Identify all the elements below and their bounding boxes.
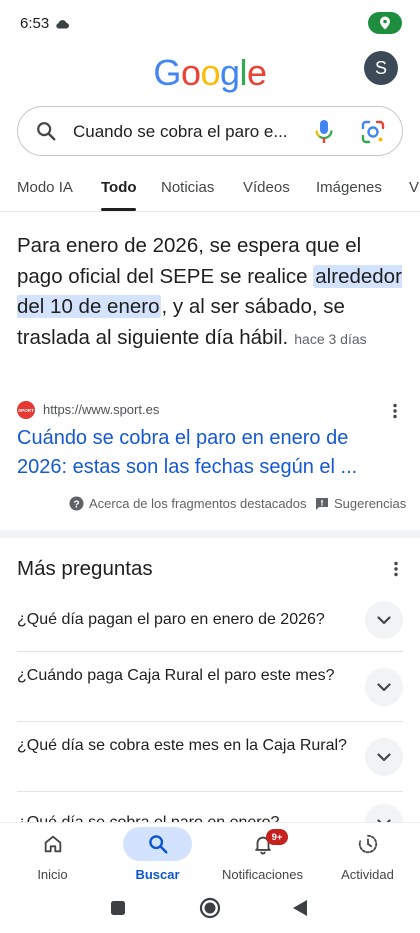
status-time: 6:53 [20,15,50,32]
tab-modo-ia[interactable]: Modo IA [17,179,73,196]
more-options-icon[interactable] [392,403,398,424]
about-snippets-link[interactable]: ? Acerca de los fragmentos destacados [69,496,307,511]
paa-more-options-icon[interactable] [393,561,399,582]
nav-buscar[interactable]: Buscar [105,823,210,889]
paa-question-text: ¿Cuándo paga Caja Rural el paro este mes… [17,667,335,684]
paa-question-text: ¿Qué día se cobra este mes en la Caja Ru… [17,737,347,754]
bottom-navigation: Inicio Buscar 9+ Notificaciones Activida… [0,822,420,888]
about-snippets-label: Acerca de los fragmentos destacados [89,496,307,511]
source-url[interactable]: https://www.sport.es [43,402,159,417]
tab-videos[interactable]: Vídeos [243,179,290,196]
logo-letter: G [153,52,181,93]
activity-history-icon [357,833,379,860]
source-row[interactable]: SPORT https://www.sport.es [17,398,407,422]
search-query[interactable]: Cuando se cobra el paro e... [73,122,303,142]
chevron-down-icon[interactable] [365,668,403,706]
paa-title: Más preguntas [17,557,153,580]
nav-label: Buscar [135,867,180,882]
nav-actividad[interactable]: Actividad [315,823,420,889]
paa-question[interactable]: ¿Qué día se cobra este mes en la Caja Ru… [17,722,403,792]
snippet-age: hace 3 días [294,330,367,347]
account-avatar[interactable]: S [364,51,398,85]
nav-label: Notificaciones [222,867,303,882]
featured-snippet-footer: ? Acerca de los fragmentos destacados Su… [0,494,420,516]
nav-label: Inicio [37,867,68,882]
chevron-down-icon[interactable] [365,738,403,776]
section-divider [0,530,420,538]
location-pin-icon [380,16,390,30]
logo-letter: o [180,52,201,93]
paa-question[interactable]: ¿Cuándo paga Caja Rural el paro este mes… [17,652,403,722]
nav-inicio[interactable]: Inicio [0,823,105,889]
feedback-link[interactable]: Sugerencias [315,496,406,511]
status-bar: 6:53 [0,0,420,46]
recents-button[interactable] [110,900,126,921]
featured-snippet: Para enero de 2026, se espera que el pag… [17,231,407,354]
tab-more[interactable]: V [409,179,419,196]
logo-letter: l [239,52,248,93]
voice-search-icon[interactable] [312,118,336,151]
logo-letter: o [200,52,220,93]
nav-notificaciones[interactable]: 9+ Notificaciones [210,823,315,889]
search-box[interactable]: Cuando se cobra el paro e... [17,106,403,156]
tab-todo[interactable]: Todo [101,179,137,196]
snippet-text-before: Para enero de 2026, se espera que el pag… [17,234,362,288]
search-icon [147,833,169,860]
notification-badge: 9+ [266,829,288,845]
chevron-down-icon[interactable] [365,601,403,639]
help-icon: ? [69,496,84,511]
active-tab-indicator [101,208,136,211]
logo-letter: g [220,52,240,93]
paa-question[interactable]: ¿Qué día pagan el paro en enero de 2026? [17,590,403,652]
home-button[interactable] [199,897,221,924]
feedback-icon [316,497,328,510]
location-indicator [368,12,402,34]
home-icon [42,833,64,860]
google-lens-icon[interactable] [360,119,386,150]
avatar-letter: S [374,57,387,78]
search-icon [35,120,57,147]
tab-noticias[interactable]: Noticias [161,179,214,196]
tab-imagenes[interactable]: Imágenes [316,179,382,196]
search-tabs: Modo IA Todo Noticias Vídeos Imágenes V [0,170,420,212]
cloud-icon [55,16,69,34]
logo-letter: e [247,52,267,93]
nav-label: Actividad [341,867,394,882]
feedback-label: Sugerencias [334,496,407,511]
back-button[interactable] [292,899,308,922]
sport-favicon: SPORT [17,401,35,419]
result-title-link[interactable]: Cuándo se cobra el paro en enero de 2026… [17,424,397,482]
paa-question-text: ¿Qué día pagan el paro en enero de 2026? [17,611,325,628]
svg-text:?: ? [73,499,79,510]
google-logo[interactable]: Google [0,52,420,94]
favicon-text: SPORT [18,407,34,413]
system-navigation-bar [0,888,420,933]
